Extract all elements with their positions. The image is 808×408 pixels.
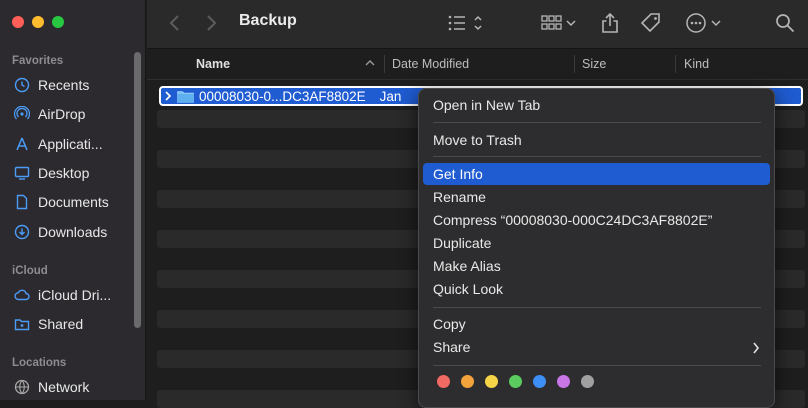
share-icon xyxy=(602,12,618,33)
tag-color-row xyxy=(437,375,594,388)
applications-icon xyxy=(16,137,28,151)
window-controls xyxy=(12,16,64,28)
back-button[interactable] xyxy=(169,12,181,34)
sidebar-item-documents[interactable]: Documents xyxy=(14,191,109,213)
tag-color-dot[interactable] xyxy=(533,375,546,388)
sidebar-item-label: Shared xyxy=(38,316,84,332)
cloud-icon xyxy=(14,289,30,301)
document-icon xyxy=(16,194,28,210)
column-kind[interactable]: Kind xyxy=(684,57,709,71)
list-view-icon xyxy=(448,15,482,31)
shared-folder-icon xyxy=(14,319,30,331)
sidebar-item-label: Documents xyxy=(38,194,109,210)
column-divider xyxy=(384,55,385,73)
tag-color-dot[interactable] xyxy=(485,375,498,388)
menu-separator xyxy=(433,122,761,123)
sidebar-item-label: Desktop xyxy=(38,165,90,181)
tag-color-dot[interactable] xyxy=(461,375,474,388)
tag-color-dot[interactable] xyxy=(437,375,450,388)
sidebar-item-desktop[interactable]: Desktop xyxy=(14,162,89,184)
more-actions-button[interactable] xyxy=(685,12,723,34)
tag-color-dot[interactable] xyxy=(509,375,522,388)
sidebar-item-applications[interactable]: Applicati... xyxy=(14,133,103,155)
sidebar-section-locations: Locations xyxy=(12,357,67,369)
group-button[interactable] xyxy=(541,12,581,34)
desktop-icon xyxy=(14,166,30,180)
share-button[interactable] xyxy=(601,12,619,34)
column-header-bar: Name Date Modified Size Kind xyxy=(147,49,808,80)
download-icon xyxy=(14,224,30,240)
tag-color-dot[interactable] xyxy=(557,375,570,388)
menu-item-copy[interactable]: Copy xyxy=(433,314,466,334)
list-view-button[interactable] xyxy=(447,12,489,34)
menu-separator xyxy=(433,365,761,366)
forward-button[interactable] xyxy=(205,12,217,34)
sidebar: Favorites Recents AirDrop Applicati... D… xyxy=(0,0,146,400)
sidebar-section-favorites: Favorites xyxy=(12,55,64,67)
file-date: Jan xyxy=(379,88,402,104)
menu-item-duplicate[interactable]: Duplicate xyxy=(433,233,491,253)
sidebar-section-icloud: iCloud xyxy=(12,265,48,277)
tag-icon xyxy=(640,13,660,33)
sidebar-item-recents[interactable]: Recents xyxy=(14,74,89,96)
menu-item-quick-look[interactable]: Quick Look xyxy=(433,279,503,299)
disclosure-chevron-icon[interactable] xyxy=(164,91,173,101)
sidebar-item-label: iCloud Dri... xyxy=(38,287,112,303)
grid-icon xyxy=(541,15,576,30)
sidebar-item-label: Recents xyxy=(38,77,90,93)
toolbar: Backup xyxy=(147,0,808,49)
menu-item-compress[interactable]: Compress “00008030-000C24DC3AF8802E” xyxy=(433,210,712,230)
file-name: 00008030-0...DC3AF8802E xyxy=(199,88,366,104)
network-globe-icon xyxy=(14,379,30,395)
menu-separator xyxy=(433,156,761,157)
menu-item-make-alias[interactable]: Make Alias xyxy=(433,256,501,276)
menu-item-move-to-trash[interactable]: Move to Trash xyxy=(433,130,522,150)
sidebar-item-shared[interactable]: Shared xyxy=(14,313,83,335)
sidebar-item-label: Network xyxy=(38,379,90,395)
sidebar-item-downloads[interactable]: Downloads xyxy=(14,221,107,243)
sidebar-scrollbar[interactable] xyxy=(134,52,141,328)
ellipsis-circle-icon xyxy=(686,13,721,33)
menu-item-share[interactable]: Share xyxy=(433,337,470,357)
menu-item-get-info[interactable]: Get Info xyxy=(433,164,483,184)
close-button[interactable] xyxy=(12,16,24,28)
menu-item-open-in-new-tab[interactable]: Open in New Tab xyxy=(433,95,540,115)
search-icon xyxy=(776,14,795,33)
column-divider xyxy=(574,55,575,73)
column-size[interactable]: Size xyxy=(582,57,606,71)
menu-item-rename[interactable]: Rename xyxy=(433,187,486,207)
minimize-button[interactable] xyxy=(32,16,44,28)
column-date-modified[interactable]: Date Modified xyxy=(392,57,469,71)
sort-up-icon xyxy=(365,60,375,66)
clock-icon xyxy=(14,77,30,93)
chevron-right-icon xyxy=(207,15,217,31)
window-title: Backup xyxy=(239,12,297,29)
airdrop-icon xyxy=(14,106,30,120)
menu-separator xyxy=(433,307,761,308)
sidebar-item-label: Applicati... xyxy=(38,136,103,152)
context-menu: Open in New Tab Move to Trash Get Info R… xyxy=(418,88,775,408)
tag-button[interactable] xyxy=(640,12,662,34)
chevron-left-icon xyxy=(169,15,179,31)
column-name[interactable]: Name xyxy=(196,57,230,71)
sidebar-item-label: Downloads xyxy=(38,224,108,240)
sidebar-item-icloud-drive[interactable]: iCloud Dri... xyxy=(14,284,111,306)
sidebar-item-label: AirDrop xyxy=(38,106,86,122)
column-divider xyxy=(675,55,676,73)
sidebar-item-network[interactable]: Network xyxy=(14,376,89,398)
zoom-button[interactable] xyxy=(52,16,64,28)
tag-color-dot[interactable] xyxy=(581,375,594,388)
folder-icon xyxy=(177,90,194,103)
submenu-chevron-icon xyxy=(753,342,760,354)
sidebar-item-airdrop[interactable]: AirDrop xyxy=(14,103,85,125)
search-button[interactable] xyxy=(775,12,795,34)
